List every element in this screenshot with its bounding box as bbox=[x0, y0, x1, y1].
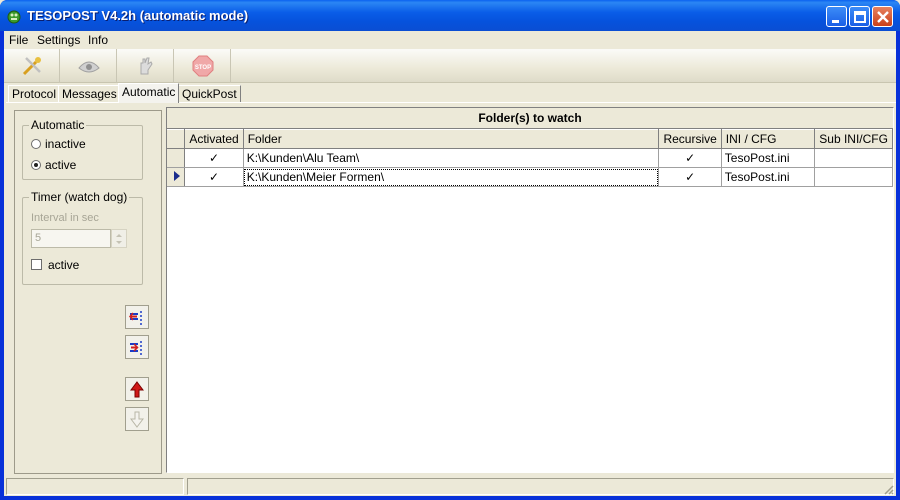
tools-button[interactable] bbox=[4, 49, 60, 83]
automatic-group: Automatic inactive active bbox=[22, 118, 143, 180]
automatic-tab-page: Automatic inactive active Timer (watch d… bbox=[6, 102, 896, 474]
folders-grid[interactable]: Activated Folder Recursive INI / CFG Sub… bbox=[167, 128, 893, 472]
folders-panel: Folder(s) to watch Activated Folder Recu… bbox=[166, 107, 894, 473]
cell-activated[interactable]: ✓ bbox=[184, 167, 244, 187]
folders-table: Activated Folder Recursive INI / CFG Sub… bbox=[167, 129, 893, 187]
resize-grip-icon[interactable] bbox=[882, 483, 894, 495]
hand-icon bbox=[140, 57, 153, 75]
table-header-row: Activated Folder Recursive INI / CFG Sub… bbox=[167, 129, 893, 149]
table-row[interactable]: ✓ K:\Kunden\Meier Formen\ ✓ TesoPost.ini bbox=[167, 167, 893, 187]
minimize-icon bbox=[832, 20, 839, 23]
radio-inactive-circle bbox=[31, 139, 41, 149]
cell-sub-ini-cfg[interactable] bbox=[814, 148, 893, 168]
header-activated[interactable]: Activated bbox=[184, 129, 244, 149]
timer-active-label: active bbox=[48, 258, 80, 272]
automatic-group-title: Automatic bbox=[29, 118, 87, 132]
row-indicator[interactable] bbox=[167, 148, 186, 168]
stop-button[interactable]: STOP bbox=[175, 49, 231, 83]
maximize-icon bbox=[854, 11, 866, 23]
cell-activated[interactable]: ✓ bbox=[184, 148, 244, 168]
status-pane-2 bbox=[187, 478, 894, 495]
timer-active-checkbox[interactable]: active bbox=[31, 258, 79, 272]
maximize-button[interactable] bbox=[849, 6, 870, 27]
close-button[interactable] bbox=[872, 6, 893, 27]
tab-automatic[interactable]: Automatic bbox=[118, 83, 180, 103]
current-row-arrow-icon bbox=[173, 170, 180, 181]
radio-inactive[interactable]: inactive bbox=[31, 137, 86, 151]
menu-file[interactable]: File bbox=[9, 33, 28, 47]
menu-bar: File Settings Info bbox=[4, 31, 896, 49]
cell-folder[interactable]: K:\Kunden\Meier Formen\ bbox=[243, 167, 660, 187]
header-indicator bbox=[167, 129, 186, 149]
arrow-up-icon bbox=[130, 381, 144, 398]
interval-input[interactable]: 5 bbox=[31, 229, 111, 248]
toolbar: STOP bbox=[4, 49, 896, 83]
remove-folder-button[interactable] bbox=[125, 305, 149, 329]
table-row[interactable]: ✓ K:\Kunden\Alu Team\ ✓ TesoPost.ini bbox=[167, 148, 893, 168]
cell-sub-ini-cfg[interactable] bbox=[814, 167, 893, 187]
timer-group: Timer (watch dog) Interval in sec 5 acti… bbox=[22, 190, 143, 285]
row-indicator-current[interactable] bbox=[167, 167, 186, 187]
add-folder-button[interactable] bbox=[125, 335, 149, 359]
radio-inactive-label: inactive bbox=[45, 137, 86, 151]
stop-icon: STOP bbox=[192, 55, 214, 77]
watch-button[interactable] bbox=[61, 49, 117, 83]
client-area: File Settings Info STOP Protocol Message… bbox=[4, 31, 896, 496]
menu-settings[interactable]: Settings bbox=[37, 33, 80, 47]
tools-icon bbox=[22, 57, 41, 76]
radio-active-circle bbox=[31, 160, 41, 170]
header-recursive[interactable]: Recursive bbox=[658, 129, 722, 149]
left-panel: Automatic inactive active Timer (watch d… bbox=[14, 110, 162, 474]
cell-ini-cfg[interactable]: TesoPost.ini bbox=[721, 167, 816, 187]
tab-quickpost[interactable]: QuickPost bbox=[178, 85, 241, 102]
list-remove-icon bbox=[129, 311, 142, 325]
status-pane-1 bbox=[6, 478, 184, 495]
window-title: TESOPOST V4.2h (automatic mode) bbox=[27, 8, 249, 23]
menu-info[interactable]: Info bbox=[88, 33, 108, 47]
status-bar bbox=[4, 476, 896, 496]
cell-recursive[interactable]: ✓ bbox=[658, 167, 722, 187]
header-ini-cfg[interactable]: INI / CFG bbox=[721, 129, 816, 149]
radio-active[interactable]: active bbox=[31, 158, 76, 172]
hand-button[interactable] bbox=[118, 49, 174, 83]
title-bar[interactable]: TESOPOST V4.2h (automatic mode) bbox=[0, 0, 900, 31]
move-down-button[interactable] bbox=[125, 407, 149, 431]
arrow-down-icon bbox=[130, 411, 144, 428]
tab-protocol[interactable]: Protocol bbox=[8, 85, 61, 102]
interval-label: Interval in sec bbox=[31, 212, 99, 224]
tab-messages[interactable]: Messages bbox=[58, 85, 121, 102]
move-up-button[interactable] bbox=[125, 377, 149, 401]
cell-folder[interactable]: K:\Kunden\Alu Team\ bbox=[243, 148, 660, 168]
minimize-button[interactable] bbox=[826, 6, 847, 27]
timer-active-box bbox=[31, 259, 42, 270]
header-sub-ini-cfg[interactable]: Sub INI/CFG bbox=[814, 129, 893, 149]
folders-panel-title: Folder(s) to watch bbox=[478, 111, 582, 125]
stop-label: STOP bbox=[195, 65, 211, 71]
app-icon bbox=[7, 10, 21, 24]
interval-spinner[interactable] bbox=[111, 229, 127, 248]
close-icon bbox=[877, 11, 889, 23]
spinner-arrows-icon bbox=[116, 234, 122, 244]
application-window: TESOPOST V4.2h (automatic mode) File Set… bbox=[0, 0, 900, 500]
cell-ini-cfg[interactable]: TesoPost.ini bbox=[721, 148, 816, 168]
list-add-icon bbox=[130, 341, 142, 355]
timer-group-title: Timer (watch dog) bbox=[29, 190, 130, 204]
radio-active-label: active bbox=[45, 158, 77, 172]
eye-icon bbox=[78, 61, 100, 73]
cell-recursive[interactable]: ✓ bbox=[658, 148, 722, 168]
header-folder[interactable]: Folder bbox=[243, 129, 660, 149]
